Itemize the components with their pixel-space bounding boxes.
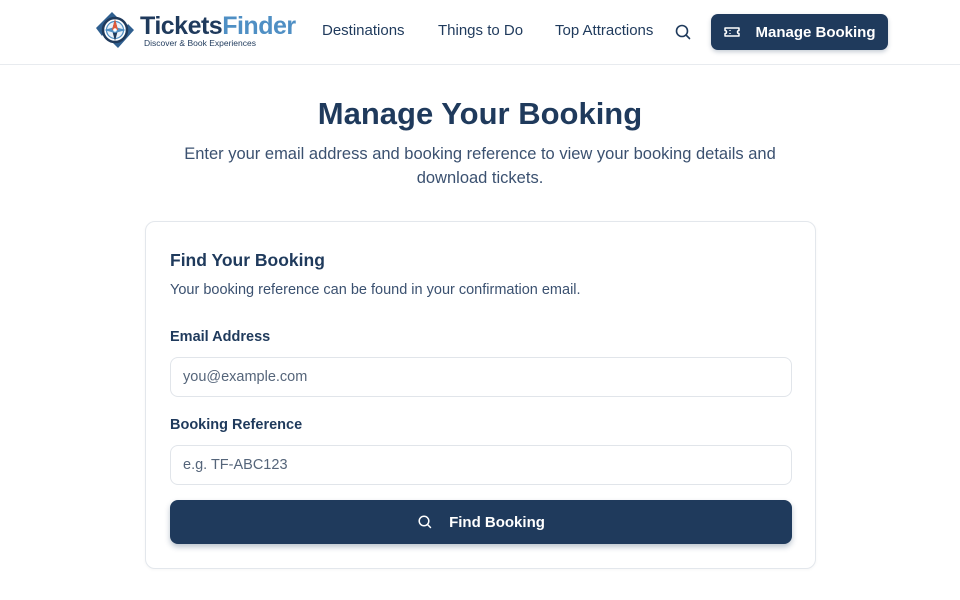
page-title: Manage Your Booking (317, 96, 643, 131)
search-icon (418, 515, 432, 529)
email-label: Email Address (170, 329, 271, 345)
page-subtitle: Enter your email address and booking ref… (184, 145, 776, 187)
card-description: Your booking reference can be found in y… (170, 282, 581, 298)
brand-part-finder: Finder (222, 11, 296, 40)
nav-top-attractions[interactable]: Top Attractions (555, 22, 653, 39)
brand-tagline: Discover & Book Experiences (144, 37, 256, 48)
nav-destinations[interactable]: Destinations (322, 22, 405, 39)
header-search-button[interactable] (673, 22, 693, 42)
search-icon (675, 24, 691, 40)
logo-text: TicketsFinder Discover & Book Experience… (140, 13, 296, 48)
compass-logo-icon (96, 12, 134, 48)
find-booking-label: Find Booking (449, 513, 545, 531)
brand-part-tickets: Tickets (140, 11, 223, 40)
find-booking-button[interactable]: Find Booking (170, 500, 792, 544)
brand-name: TicketsFinder (140, 13, 296, 39)
booking-reference-label: Booking Reference (170, 417, 303, 433)
manage-booking-label: Manage Booking (755, 23, 876, 41)
find-booking-card: Find Your Booking Your booking reference… (145, 221, 816, 569)
ticket-icon (724, 27, 741, 37)
booking-reference-field[interactable] (170, 445, 792, 485)
manage-booking-button[interactable]: Manage Booking (711, 14, 888, 50)
logo[interactable]: TicketsFinder Discover & Book Experience… (90, 6, 296, 54)
site-header: TicketsFinder Discover & Book Experience… (0, 0, 960, 65)
card-title: Find Your Booking (170, 250, 325, 270)
email-field[interactable] (170, 357, 792, 397)
nav-things-to-do[interactable]: Things to Do (438, 22, 523, 39)
